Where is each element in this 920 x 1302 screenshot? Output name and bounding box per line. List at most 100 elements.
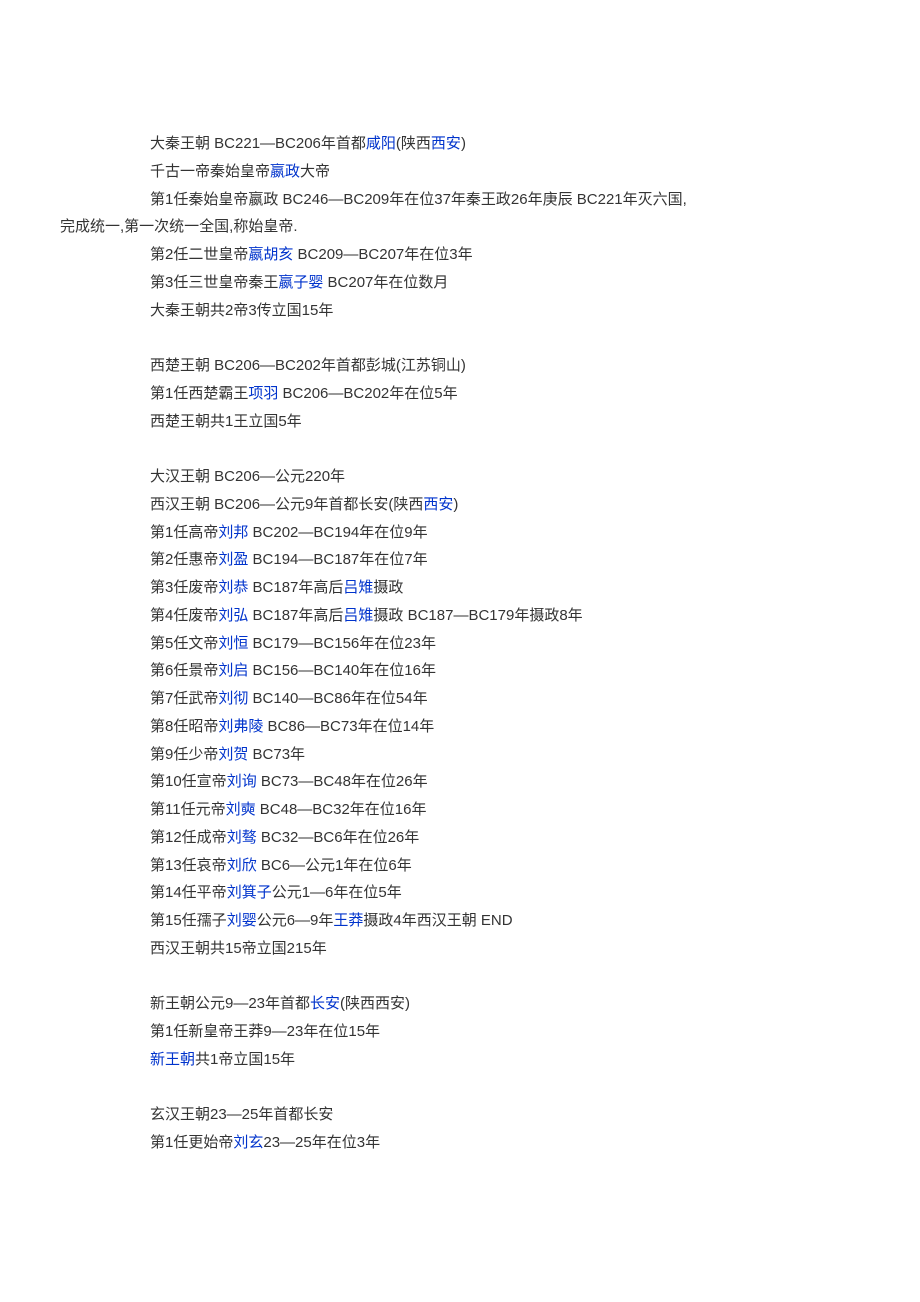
link-liuying2[interactable]: 刘婴 bbox=[227, 912, 257, 929]
qin-line3a: 第1任秦始皇帝嬴政 BC246—BC209年在位37年秦王政26年庚辰 BC22… bbox=[60, 186, 860, 214]
text: (陕西 bbox=[396, 135, 431, 152]
link-liuxun[interactable]: 刘询 bbox=[227, 773, 257, 790]
link-yingzheng[interactable]: 嬴政 bbox=[270, 163, 300, 180]
han-r5: 第5任文帝刘恒 BC179—BC156年在位23年 bbox=[60, 630, 860, 658]
xihan-header: 西汉王朝 BC206—公元9年首都长安(陕西西安) bbox=[60, 491, 860, 519]
link-liuxuan[interactable]: 刘玄 bbox=[233, 1134, 263, 1151]
link-yinghuhai[interactable]: 嬴胡亥 bbox=[248, 246, 293, 263]
link-liuxin[interactable]: 刘欣 bbox=[227, 857, 257, 874]
text: BC209—BC207年在位3年 bbox=[293, 246, 472, 263]
text: BC187年高后 bbox=[248, 607, 343, 624]
text: 大秦王朝 BC221—BC206年首都 bbox=[150, 135, 366, 152]
text: ) bbox=[461, 135, 466, 152]
link-liuche[interactable]: 刘彻 bbox=[218, 690, 248, 707]
text: 摄政 bbox=[373, 579, 403, 596]
link-xinwangchao[interactable]: 新王朝 bbox=[150, 1051, 195, 1068]
text: BC140—BC86年在位54年 bbox=[248, 690, 427, 707]
link-lvzhi[interactable]: 吕雉 bbox=[343, 579, 373, 596]
xuanhan-line1: 玄汉王朝23—25年首都长安 bbox=[60, 1101, 860, 1129]
han-r2: 第2任惠帝刘盈 BC194—BC187年在位7年 bbox=[60, 546, 860, 574]
link-liuhong[interactable]: 刘弘 bbox=[218, 607, 248, 624]
text: BC207年在位数月 bbox=[323, 274, 448, 291]
text: 西汉王朝 BC206—公元9年首都长安(陕西 bbox=[150, 496, 423, 513]
spacer bbox=[60, 324, 860, 352]
qin-line5: 第3任三世皇帝秦王嬴子婴 BC207年在位数月 bbox=[60, 269, 860, 297]
han-r14: 第14任平帝刘箕子公元1—6年在位5年 bbox=[60, 879, 860, 907]
text: 第1任更始帝 bbox=[150, 1134, 233, 1151]
han-r13: 第13任哀帝刘欣 BC6—公元1年在位6年 bbox=[60, 852, 860, 880]
link-liuying[interactable]: 刘盈 bbox=[218, 551, 248, 568]
text: BC73—BC48年在位26年 bbox=[257, 773, 428, 790]
link-lvzhi2[interactable]: 吕雉 bbox=[343, 607, 373, 624]
text: 第12任成帝 bbox=[150, 829, 227, 846]
han-r1: 第1任高帝刘邦 BC202—BC194年在位9年 bbox=[60, 519, 860, 547]
xichu-line1: 西楚王朝 BC206—BC202年首都彭城(江苏铜山) bbox=[60, 352, 860, 380]
text: 第1任高帝 bbox=[150, 524, 218, 541]
xichu-line2: 第1任西楚霸王项羽 BC206—BC202年在位5年 bbox=[60, 380, 860, 408]
han-r11: 第11任元帝刘奭 BC48—BC32年在位16年 bbox=[60, 796, 860, 824]
text: BC73年 bbox=[248, 746, 305, 763]
text: 公元6—9年 bbox=[257, 912, 334, 929]
link-changan[interactable]: 长安 bbox=[310, 995, 340, 1012]
han-r9: 第9任少帝刘贺 BC73年 bbox=[60, 741, 860, 769]
link-xianyang[interactable]: 咸阳 bbox=[366, 135, 396, 152]
text: 公元1—6年在位5年 bbox=[272, 884, 402, 901]
spacer bbox=[60, 963, 860, 991]
text: 第4任废帝 bbox=[150, 607, 218, 624]
qin-line2: 千古一帝秦始皇帝嬴政大帝 bbox=[60, 158, 860, 186]
text: BC179—BC156年在位23年 bbox=[248, 635, 436, 652]
text: 第3任废帝 bbox=[150, 579, 218, 596]
text: BC187年高后 bbox=[248, 579, 343, 596]
xuanhan-line2: 第1任更始帝刘玄23—25年在位3年 bbox=[60, 1129, 860, 1157]
link-liuhe[interactable]: 刘贺 bbox=[218, 746, 248, 763]
link-xian2[interactable]: 西安 bbox=[423, 496, 453, 513]
text: 摄政4年西汉王朝 END bbox=[363, 912, 512, 929]
text: 23—25年在位3年 bbox=[263, 1134, 380, 1151]
text: 第14任平帝 bbox=[150, 884, 227, 901]
qin-line4: 第2任二世皇帝嬴胡亥 BC209—BC207年在位3年 bbox=[60, 241, 860, 269]
link-liufuling[interactable]: 刘弗陵 bbox=[218, 718, 263, 735]
text: 第1任西楚霸王 bbox=[150, 385, 248, 402]
link-xiangyu[interactable]: 项羽 bbox=[248, 385, 278, 402]
text: 第3任三世皇帝秦王 bbox=[150, 274, 278, 291]
link-liuheng[interactable]: 刘恒 bbox=[218, 635, 248, 652]
han-r4: 第4任废帝刘弘 BC187年高后吕雉摄政 BC187—BC179年摄政8年 bbox=[60, 602, 860, 630]
han-r7: 第7任武帝刘彻 BC140—BC86年在位54年 bbox=[60, 685, 860, 713]
text: 第7任武帝 bbox=[150, 690, 218, 707]
link-liubang[interactable]: 刘邦 bbox=[218, 524, 248, 541]
text: BC194—BC187年在位7年 bbox=[248, 551, 427, 568]
link-liuao[interactable]: 刘骜 bbox=[227, 829, 257, 846]
link-yingziying[interactable]: 嬴子婴 bbox=[278, 274, 323, 291]
text: 共1帝立国15年 bbox=[195, 1051, 295, 1068]
text: 新王朝公元9—23年首都 bbox=[150, 995, 310, 1012]
text: BC202—BC194年在位9年 bbox=[248, 524, 427, 541]
han-r6: 第6任景帝刘启 BC156—BC140年在位16年 bbox=[60, 657, 860, 685]
text: 第5任文帝 bbox=[150, 635, 218, 652]
text: 第9任少帝 bbox=[150, 746, 218, 763]
text: BC206—BC202年在位5年 bbox=[278, 385, 457, 402]
text: 第10任宣帝 bbox=[150, 773, 227, 790]
link-liujizi[interactable]: 刘箕子 bbox=[227, 884, 272, 901]
link-xian[interactable]: 西安 bbox=[431, 135, 461, 152]
text: (陕西西安) bbox=[340, 995, 410, 1012]
text: 第2任二世皇帝 bbox=[150, 246, 248, 263]
text: 第8任昭帝 bbox=[150, 718, 218, 735]
link-wangmang[interactable]: 王莽 bbox=[333, 912, 363, 929]
text: 千古一帝秦始皇帝 bbox=[150, 163, 270, 180]
xihan-summary: 西汉王朝共15帝立国215年 bbox=[60, 935, 860, 963]
han-r15: 第15任孺子刘婴公元6—9年王莽摄政4年西汉王朝 END bbox=[60, 907, 860, 935]
text: BC48—BC32年在位16年 bbox=[256, 801, 427, 818]
han-title: 大汉王朝 BC206—公元220年 bbox=[60, 463, 860, 491]
han-r3: 第3任废帝刘恭 BC187年高后吕雉摄政 bbox=[60, 574, 860, 602]
text: ) bbox=[453, 496, 458, 513]
qin-header: 大秦王朝 BC221—BC206年首都咸阳(陕西西安) bbox=[60, 130, 860, 158]
link-liushi[interactable]: 刘奭 bbox=[226, 801, 256, 818]
text: BC86—BC73年在位14年 bbox=[263, 718, 434, 735]
qin-summary: 大秦王朝共2帝3传立国15年 bbox=[60, 297, 860, 325]
text: 第13任哀帝 bbox=[150, 857, 227, 874]
link-liuqi[interactable]: 刘启 bbox=[218, 662, 248, 679]
text: 第2任惠帝 bbox=[150, 551, 218, 568]
text: 第15任孺子 bbox=[150, 912, 227, 929]
link-liugong[interactable]: 刘恭 bbox=[218, 579, 248, 596]
text: 第11任元帝 bbox=[150, 801, 226, 818]
